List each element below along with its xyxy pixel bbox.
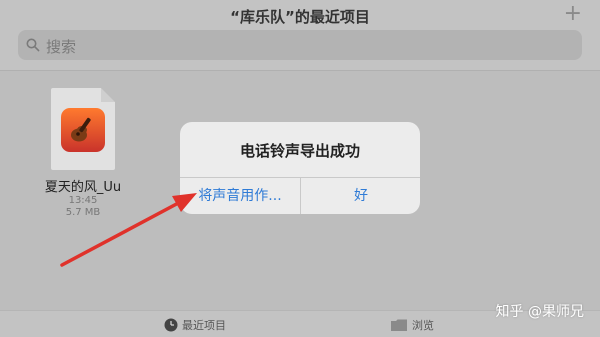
tab-recent-label: 最近项目 bbox=[182, 319, 226, 332]
clock-icon bbox=[164, 318, 178, 332]
tab-browse[interactable]: 浏览 bbox=[390, 317, 434, 333]
watermark: 知乎 @果师兄 bbox=[495, 304, 584, 320]
red-arrow-annotation bbox=[60, 193, 197, 267]
folder-icon bbox=[391, 319, 407, 331]
tab-browse-label: 浏览 bbox=[412, 319, 434, 332]
tab-recent[interactable]: 最近项目 bbox=[164, 317, 226, 333]
